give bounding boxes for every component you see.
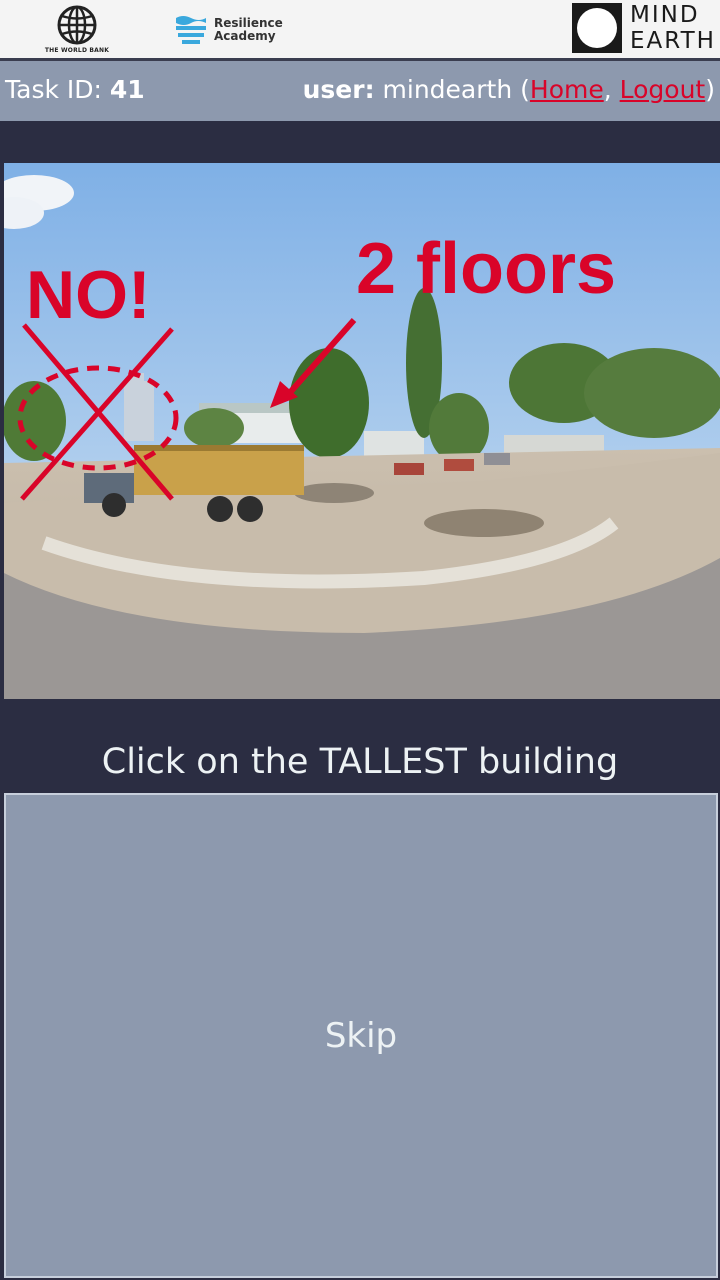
paren-open: ( — [520, 75, 530, 104]
instruction-text: Click on the TALLEST building — [101, 742, 619, 782]
mindearth-line2: EARTH — [630, 28, 716, 54]
resilience-academy-text: Resilience Academy — [214, 17, 283, 43]
user-label: user: — [302, 75, 375, 104]
mindearth-logo: MIND EARTH — [572, 2, 718, 55]
task-bar: Task ID: 41 user: mindearth (Home, Logou… — [0, 61, 720, 121]
skip-button[interactable]: Skip — [4, 793, 718, 1278]
waves-icon — [176, 16, 206, 44]
globe-icon — [57, 5, 97, 45]
mindearth-text: MIND EARTH — [630, 2, 716, 54]
task-label: Task ID: — [5, 75, 110, 104]
circle-logo-icon — [572, 3, 622, 53]
home-link[interactable]: Home — [530, 75, 604, 104]
logo-header: THE WORLD BANK Resilience Academy MIND E… — [0, 0, 720, 61]
street-scene: NO! 2 floors — [4, 163, 720, 699]
resilience-line2: Academy — [214, 29, 276, 43]
user-info: user: mindearth (Home, Logout) — [303, 75, 715, 104]
street-photo[interactable]: NO! 2 floors — [4, 163, 720, 699]
no-annotation: NO! — [26, 257, 151, 333]
mindearth-line1: MIND — [630, 2, 700, 28]
username: mindearth — [382, 75, 513, 104]
comma: , — [603, 75, 620, 104]
world-bank-logo: THE WORLD BANK — [44, 5, 110, 55]
logout-link[interactable]: Logout — [620, 75, 706, 104]
paren-close: ) — [705, 75, 715, 104]
world-bank-label: THE WORLD BANK — [44, 47, 110, 54]
task-info: Task ID: 41 — [5, 75, 145, 104]
floors-annotation: 2 floors — [356, 229, 616, 309]
task-id: 41 — [109, 75, 145, 104]
